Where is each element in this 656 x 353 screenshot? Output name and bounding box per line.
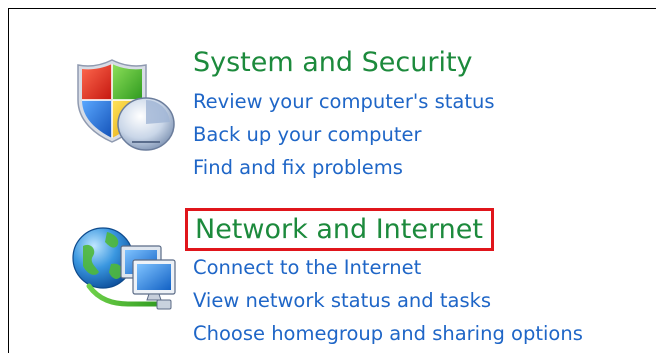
category-title-highlighted[interactable]: Network and Internet: [185, 208, 494, 251]
link-connect-to-internet[interactable]: Connect to the Internet: [193, 251, 583, 284]
link-choose-homegroup-sharing[interactable]: Choose homegroup and sharing options: [193, 317, 583, 350]
link-find-and-fix-problems[interactable]: Find and fix problems: [193, 151, 495, 184]
shield-monitor-icon[interactable]: [72, 56, 178, 156]
category-links: Review your computer's status Back up yo…: [193, 85, 495, 184]
link-view-network-status[interactable]: View network status and tasks: [193, 284, 583, 317]
category-links: Connect to the Internet View network sta…: [193, 251, 583, 350]
control-panel-pane: System and Security Review your computer…: [8, 8, 656, 353]
link-back-up-computer[interactable]: Back up your computer: [193, 118, 495, 151]
network-globe-icon[interactable]: [69, 220, 181, 316]
category-title[interactable]: System and Security: [193, 46, 473, 80]
link-review-computer-status[interactable]: Review your computer's status: [193, 85, 495, 118]
